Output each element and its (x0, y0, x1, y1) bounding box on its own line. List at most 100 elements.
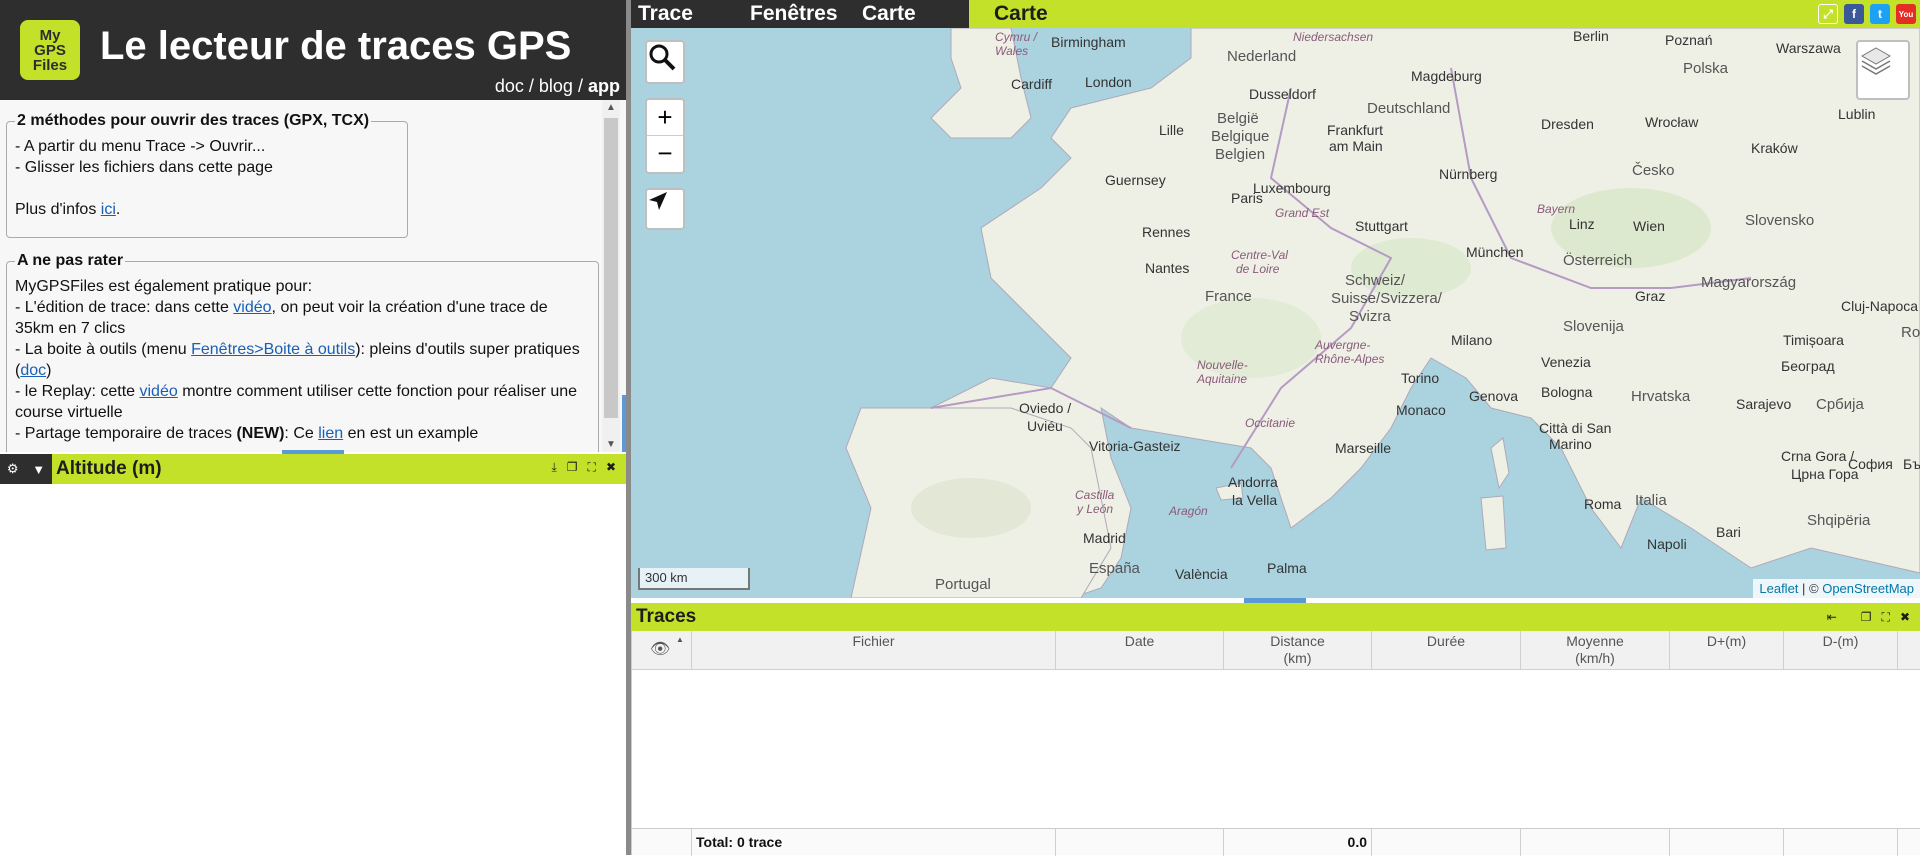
map-label: Česko (1632, 162, 1675, 179)
more-info-line: Plus d'infos ici. (15, 199, 399, 220)
maximize-icon[interactable]: ⛶ (588, 460, 596, 475)
logo-line-2: GPS (34, 41, 66, 59)
altitude-settings[interactable]: ⚙ ▼ (0, 454, 52, 484)
open-methods-box: 2 méthodes pour ouvrir des traces (GPX, … (6, 112, 408, 238)
map-label: Belgique (1211, 128, 1270, 145)
maximize-icon[interactable]: ⛶ (1882, 610, 1890, 625)
map-label: Marino (1549, 436, 1592, 452)
map-label: Poznań (1665, 32, 1713, 48)
map-label: Svizra (1349, 308, 1391, 325)
scroll-down-icon[interactable]: ▼ (606, 439, 616, 450)
column-dplus[interactable]: D+(m) (1670, 631, 1784, 670)
nav-link-doc[interactable]: doc (495, 76, 524, 96)
zoom-control: + − (645, 98, 685, 174)
highlight-tools-text: - La boite à outils (menu (15, 341, 192, 358)
map-label: Auvergne- (1315, 338, 1371, 352)
twitter-icon[interactable]: t (1870, 4, 1890, 24)
traces-table: 👁 ▲ Fichier Date Distance (km) Durée Moye… (631, 631, 1920, 856)
layers-button[interactable] (1856, 40, 1910, 100)
menu-bar: Trace Fenêtres Carte Carte ⤢ f t You (631, 0, 1920, 28)
map-label: Grand Est (1275, 206, 1330, 220)
nav-link-app[interactable]: app (588, 76, 620, 96)
facebook-icon[interactable]: f (1844, 4, 1864, 24)
altitude-header: ⚙ ▼ Altitude (m) ⤓ ❐ ⛶ ✖ (0, 454, 626, 484)
highlight-share-suffix: en est un example (343, 425, 479, 442)
app-title: Le lecteur de traces GPS (100, 24, 572, 68)
map-label: Linz (1569, 216, 1595, 232)
fullscreen-icon[interactable]: ⤢ (1818, 4, 1838, 24)
close-icon[interactable]: ✖ (1900, 610, 1910, 625)
zoom-out-button[interactable]: − (647, 137, 683, 172)
eye-icon[interactable]: 👁 (650, 641, 670, 658)
close-icon[interactable]: ✖ (606, 460, 616, 475)
map-label: Österreich (1563, 252, 1633, 269)
osm-link[interactable]: OpenStreetMap (1822, 581, 1914, 596)
leaflet-link[interactable]: Leaflet (1759, 581, 1798, 596)
map-label: München (1466, 244, 1524, 260)
info-scrollbar[interactable]: ▲ ▼ (602, 100, 620, 452)
scroll-up-icon[interactable]: ▲ (606, 102, 616, 113)
map-scale: 300 km (638, 568, 750, 590)
new-badge: (NEW) (236, 425, 285, 442)
gear-icon[interactable]: ⚙ (7, 461, 19, 477)
replay-video-link[interactable]: vidéo (140, 383, 178, 400)
youtube-icon[interactable]: You (1896, 4, 1916, 24)
popout-icon[interactable]: ❐ (567, 460, 578, 475)
social-links: ⤢ f t You (1818, 4, 1916, 24)
column-fichier[interactable]: Fichier (692, 631, 1056, 670)
collapse-left-icon[interactable]: ⇤ (1827, 610, 1837, 625)
map-label: am Main (1329, 138, 1383, 154)
map-label: Castilla (1075, 488, 1115, 502)
location-arrow-icon (649, 192, 667, 210)
tab-carte[interactable]: Carte (994, 2, 1048, 26)
popout-icon[interactable]: ❐ (1861, 610, 1872, 625)
menu-fenetres[interactable]: Fenêtres (750, 2, 838, 26)
caret-down-icon[interactable]: ▼ (32, 462, 45, 477)
highlight-replay: - le Replay: cette vidéo montre comment … (15, 381, 590, 423)
column-unit: (km/h) (1575, 650, 1615, 666)
highlight-tools: - La boite à outils (menu Fenêtres>Boite… (15, 339, 590, 381)
map-search-button[interactable] (645, 40, 685, 84)
map-label: Luxembourg (1253, 180, 1331, 196)
column-duree[interactable]: Durée (1372, 631, 1521, 670)
download-icon[interactable]: ⤓ (551, 460, 556, 475)
toolbox-link[interactable]: Fenêtres>Boite à outils (191, 341, 355, 358)
map-label: België (1217, 110, 1259, 127)
map-label: Lublin (1838, 106, 1876, 122)
altitude-title: Altitude (m) (56, 458, 162, 479)
column-date[interactable]: Date (1056, 631, 1224, 670)
map-label: Nürnberg (1439, 166, 1498, 182)
edit-video-link[interactable]: vidéo (233, 299, 271, 316)
footer-cell (1670, 829, 1784, 856)
footer-cell (632, 829, 692, 856)
map-label: Oviedo / (1019, 400, 1072, 416)
more-info-link[interactable]: ici (101, 201, 116, 218)
altitude-window-controls: ⤓ ❐ ⛶ ✖ (551, 460, 616, 475)
menu-carte[interactable]: Carte (862, 2, 916, 26)
map-label: София (1848, 456, 1893, 472)
nav-link-blog[interactable]: blog (539, 76, 573, 96)
table-footer: Total: 0 trace 0.0 (632, 828, 1920, 856)
visibility-column[interactable]: 👁 ▲ (632, 631, 692, 670)
column-moyenne[interactable]: Moyenne (km/h) (1521, 631, 1670, 670)
share-link[interactable]: lien (318, 425, 343, 442)
map-label: Birmingham (1051, 34, 1126, 50)
column-label: D-(m) (1822, 633, 1859, 649)
map-label: Torino (1401, 370, 1440, 386)
sort-icon[interactable]: ▲ (676, 631, 684, 648)
menu-trace[interactable]: Trace (638, 2, 693, 26)
column-distance[interactable]: Distance (km) (1224, 631, 1372, 670)
scroll-thumb[interactable] (604, 118, 618, 418)
more-info-suffix: . (115, 201, 121, 218)
locate-button[interactable] (645, 188, 685, 230)
map-label: Magyarország (1701, 274, 1797, 291)
map-label: Graz (1635, 288, 1666, 304)
zoom-in-button[interactable]: + (647, 100, 683, 136)
toolbox-doc-link[interactable]: doc (20, 362, 46, 379)
map-label: Palma (1267, 560, 1307, 576)
map-label: Wrocław (1645, 114, 1699, 130)
column-dminus[interactable]: D-(m) (1784, 631, 1898, 670)
app-logo[interactable]: My GPS Files (20, 20, 80, 80)
map-label: Aquitaine (1197, 372, 1248, 386)
map-view[interactable]: Cymru / Wales Birmingham Cardiff London … (631, 28, 1920, 598)
